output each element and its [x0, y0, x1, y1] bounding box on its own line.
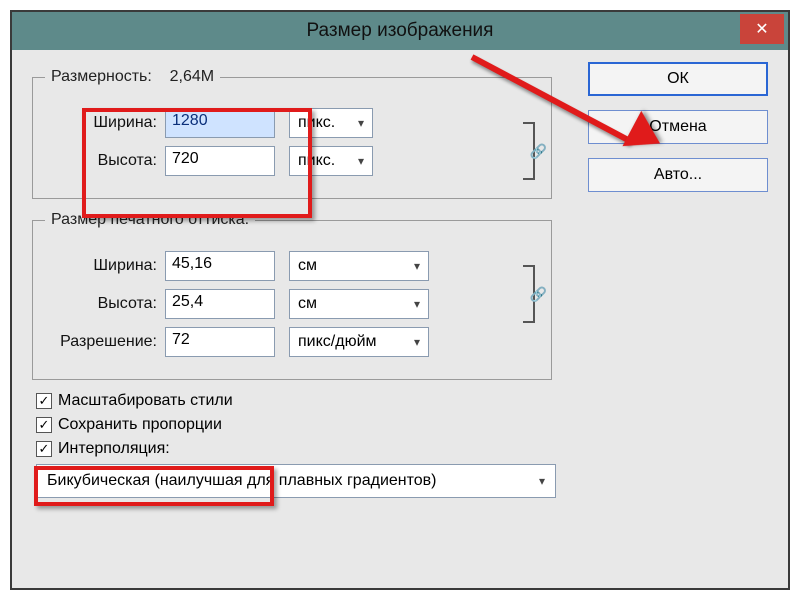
link-print-dimensions-icon[interactable]: 🔗 [517, 261, 545, 327]
constrain-proportions-label: Сохранить пропорции [58, 416, 222, 434]
print-width-input[interactable]: 45,16 [165, 251, 275, 281]
scale-styles-label: Масштабировать стили [58, 392, 233, 410]
resolution-input[interactable]: 72 [165, 327, 275, 357]
height-label: Высота: [45, 152, 165, 170]
interpolation-label: Интерполяция: [58, 440, 170, 458]
resolution-label: Разрешение: [45, 333, 165, 351]
chevron-down-icon: ▾ [414, 335, 420, 349]
chevron-down-icon: ▾ [539, 474, 545, 488]
print-width-unit-select[interactable]: см ▾ [289, 251, 429, 281]
cancel-button[interactable]: Отмена [588, 110, 768, 144]
chevron-down-icon: ▾ [358, 154, 364, 168]
side-buttons: ОК Отмена Авто... [588, 62, 768, 192]
height-input[interactable]: 720 [165, 146, 275, 176]
chain-icon: 🔗 [530, 143, 547, 160]
title-bar: Размер изображения ✕ [12, 12, 788, 50]
constrain-proportions-checkbox-row[interactable]: ✓ Сохранить пропорции [36, 416, 764, 434]
resolution-unit-select[interactable]: пикс/дюйм ▾ [289, 327, 429, 357]
interpolation-select[interactable]: Бикубическая (наилучшая для плавных град… [36, 464, 556, 498]
dialog-body: ОК Отмена Авто... Размерность: 2,64M Шир… [12, 50, 788, 516]
pixel-dimensions-group: Размерность: 2,64M Ширина: 1280 пикс. ▾ … [32, 68, 552, 199]
link-dimensions-icon[interactable]: 🔗 [517, 118, 545, 184]
close-button[interactable]: ✕ [740, 14, 784, 44]
chain-icon: 🔗 [530, 286, 547, 303]
ok-button[interactable]: ОК [588, 62, 768, 96]
checkbox-icon: ✓ [36, 417, 52, 433]
scale-styles-checkbox-row[interactable]: ✓ Масштабировать стили [36, 392, 764, 410]
print-size-legend: Размер печатного оттиска: [45, 211, 255, 229]
checkbox-icon: ✓ [36, 441, 52, 457]
width-unit-select[interactable]: пикс. ▾ [289, 108, 373, 138]
print-height-unit-select[interactable]: см ▾ [289, 289, 429, 319]
print-size-group: Размер печатного оттиска: Ширина: 45,16 … [32, 211, 552, 380]
height-unit-select[interactable]: пикс. ▾ [289, 146, 373, 176]
window-title: Размер изображения [12, 20, 788, 42]
width-input[interactable]: 1280 [165, 108, 275, 138]
print-height-label: Высота: [45, 295, 165, 313]
close-icon: ✕ [755, 19, 768, 39]
print-height-input[interactable]: 25,4 [165, 289, 275, 319]
width-label: Ширина: [45, 114, 165, 132]
dialog-window: Размер изображения ✕ ОК Отмена Авто... Р… [10, 10, 790, 590]
checkbox-icon: ✓ [36, 393, 52, 409]
chevron-down-icon: ▾ [414, 297, 420, 311]
chevron-down-icon: ▾ [414, 259, 420, 273]
auto-button[interactable]: Авто... [588, 158, 768, 192]
pixel-dimensions-legend: Размерность: 2,64M [45, 68, 220, 86]
interpolation-checkbox-row[interactable]: ✓ Интерполяция: [36, 440, 764, 458]
chevron-down-icon: ▾ [358, 116, 364, 130]
print-width-label: Ширина: [45, 257, 165, 275]
